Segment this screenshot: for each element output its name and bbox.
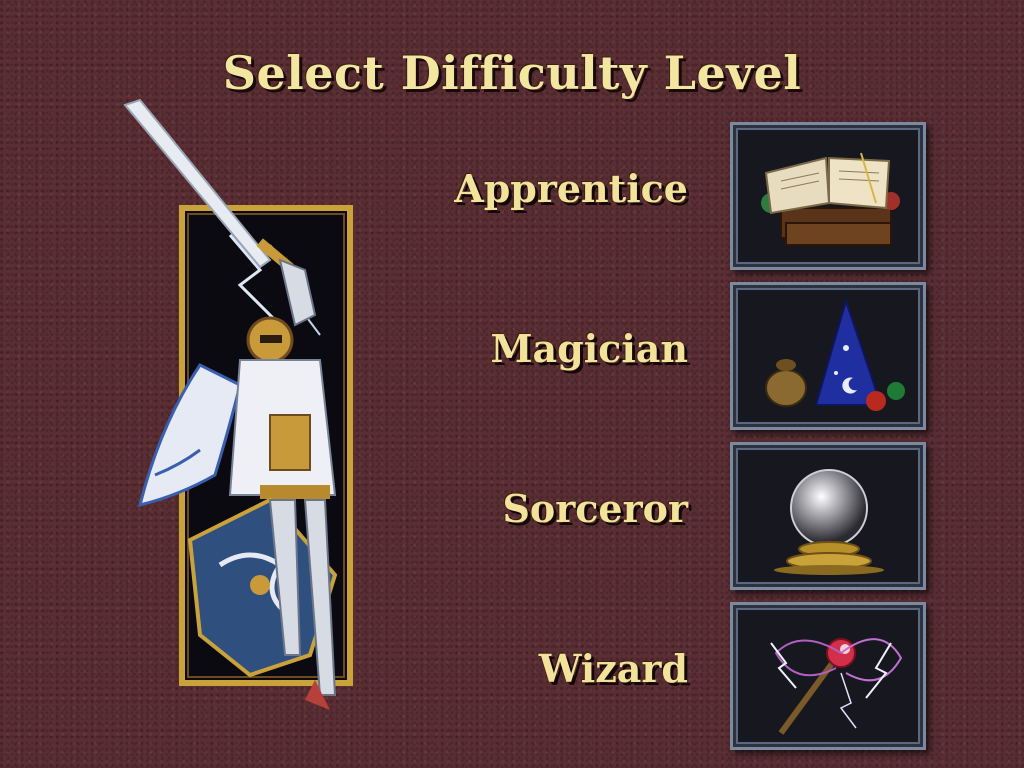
page-title: Select Difficulty Level	[222, 46, 802, 100]
difficulty-label-wizard[interactable]: Wizard	[388, 646, 688, 691]
wizard-hat-icon	[765, 297, 905, 411]
crystal-ball-icon	[774, 469, 884, 575]
difficulty-button-sorceror[interactable]	[730, 442, 926, 590]
knight-portrait	[120, 95, 370, 715]
spellbook-icon	[761, 152, 900, 246]
difficulty-button-apprentice[interactable]	[730, 122, 926, 270]
difficulty-button-wizard[interactable]	[730, 602, 926, 750]
difficulty-label-apprentice[interactable]: Apprentice	[388, 166, 688, 211]
difficulty-button-magician[interactable]	[730, 282, 926, 430]
difficulty-label-magician[interactable]: Magician	[388, 326, 688, 371]
magic-staff-icon	[770, 638, 903, 735]
difficulty-label-sorceror[interactable]: Sorceror	[388, 486, 688, 531]
